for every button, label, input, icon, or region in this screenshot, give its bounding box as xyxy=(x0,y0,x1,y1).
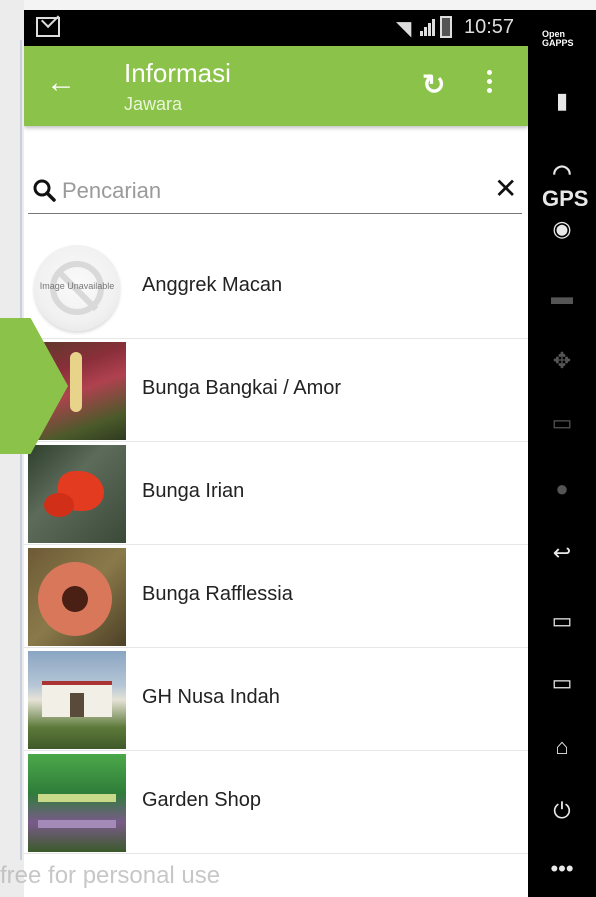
battery-status-icon xyxy=(440,16,452,38)
id-icon[interactable]: ▭ xyxy=(542,410,582,444)
search-bar: ✕ xyxy=(28,170,522,214)
phone-screen: ◥ 10:57 ← Informasi Jawara ↻ ✕ xyxy=(24,10,528,897)
recents-icon[interactable]: ▭ xyxy=(542,608,582,642)
refresh-icon[interactable]: ↻ xyxy=(422,68,445,101)
home-icon[interactable]: ⌂ xyxy=(542,734,582,768)
status-time: 10:57 xyxy=(464,16,515,38)
list-item-thumbnail xyxy=(28,548,126,646)
overflow-menu-icon[interactable] xyxy=(484,64,494,100)
screen: ◥ 10:57 ← Informasi Jawara ↻ ✕ xyxy=(0,0,596,897)
page-title: Informasi xyxy=(124,58,231,88)
clapperboard-icon[interactable]: ▬ xyxy=(542,284,582,318)
clear-search-icon[interactable]: ✕ xyxy=(494,172,517,205)
back-icon[interactable]: ↩ xyxy=(542,540,582,574)
battery-icon[interactable]: ▮ xyxy=(542,88,582,122)
list-item-thumbnail xyxy=(28,445,126,543)
menu-icon[interactable]: ▭ xyxy=(542,670,582,704)
media-icon[interactable]: ● xyxy=(542,476,582,510)
page-subtitle: Jawara xyxy=(124,94,183,114)
dpad-icon[interactable]: ✥ xyxy=(542,348,582,382)
signal-icon xyxy=(420,18,436,36)
status-bar: ◥ 10:57 xyxy=(24,10,528,46)
list-item-thumbnail xyxy=(28,651,126,749)
watermark: free for personal use xyxy=(0,862,221,889)
back-arrow-icon[interactable]: ← xyxy=(46,66,76,100)
power-icon[interactable]: ⏻ xyxy=(542,798,582,832)
wifi-icon: ◥ xyxy=(396,18,412,40)
search-icon xyxy=(33,179,56,202)
list-item-label: Bunga Rafflessia xyxy=(142,583,293,605)
list-item[interactable]: Bunga Rafflessia xyxy=(24,545,528,648)
gps-label: GPS xyxy=(542,186,589,211)
webcam-icon[interactable]: ◉ xyxy=(542,216,582,250)
list-item-label: Bunga Irian xyxy=(142,480,245,502)
list-item-label: Garden Shop xyxy=(142,789,261,811)
image-unavailable-text: Image Unavailable xyxy=(39,281,115,291)
list-item-label: Anggrek Macan xyxy=(142,274,283,296)
search-input[interactable] xyxy=(62,176,462,206)
app-bar: ← Informasi Jawara ↻ xyxy=(24,46,528,126)
mail-icon xyxy=(36,17,60,37)
list-item-label: GH Nusa Indah xyxy=(142,686,280,708)
list-item[interactable]: GH Nusa Indah xyxy=(24,648,528,751)
list-item[interactable]: Bunga Irian xyxy=(24,442,528,545)
gps-icon[interactable]: ◠ GPS xyxy=(542,160,588,211)
info-list: Image Unavailable Anggrek Macan Bunga Ba… xyxy=(24,236,528,854)
emulator-sidebar: Open GAPPS ▮ ◠ GPS ◉ ▬ ✥ ▭ ● ↩ ▭ ▭ ⌂ ⏻ ••… xyxy=(528,10,596,897)
list-item-thumbnail xyxy=(28,754,126,852)
list-item-label: Bunga Bangkai / Amor xyxy=(142,377,342,399)
opengapps-logo: Open GAPPS xyxy=(542,29,574,48)
list-item[interactable]: Image Unavailable Anggrek Macan xyxy=(24,236,528,339)
image-unavailable-thumbnail: Image Unavailable xyxy=(28,239,126,337)
list-item[interactable]: Garden Shop xyxy=(24,751,528,854)
more-icon[interactable]: ••• xyxy=(542,856,582,890)
list-item[interactable]: Bunga Bangkai / Amor xyxy=(24,339,528,442)
